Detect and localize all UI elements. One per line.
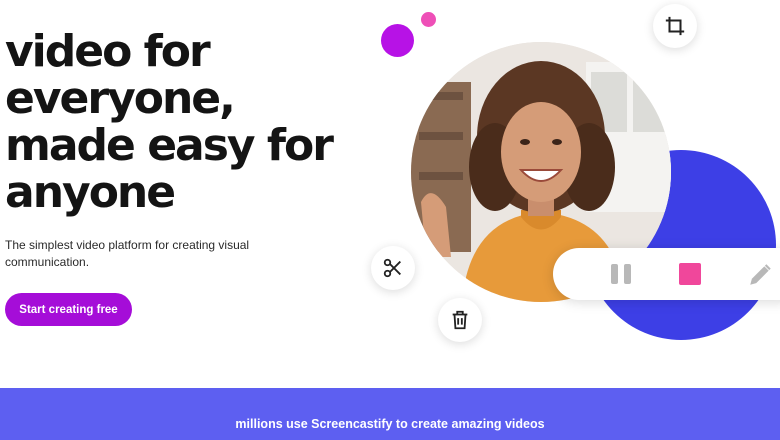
decorative-purple-dot xyxy=(381,24,414,57)
hero-title-line: video for xyxy=(5,26,211,77)
hero-subtitle: The simplest video platform for creating… xyxy=(5,238,250,269)
hero-title-line: anyone xyxy=(5,167,176,218)
cut-button[interactable] xyxy=(371,246,415,290)
social-proof-banner: millions use Screencastify to create ama… xyxy=(0,388,780,440)
hero-title-line: everyone, xyxy=(5,73,236,124)
pencil-icon[interactable] xyxy=(747,262,773,288)
pause-icon[interactable] xyxy=(611,264,633,284)
stop-icon[interactable] xyxy=(679,263,701,285)
delete-button[interactable] xyxy=(438,298,482,342)
crop-button[interactable] xyxy=(653,4,697,48)
trash-icon xyxy=(452,310,468,330)
hero-title: video for everyone, made easy for anyone xyxy=(5,26,334,218)
scissors-icon xyxy=(383,258,401,278)
crop-icon xyxy=(665,16,685,36)
hero-title-line: made easy for xyxy=(5,120,334,171)
start-creating-button[interactable]: Start creating free xyxy=(5,293,132,326)
banner-text: millions use Screencastify to create ama… xyxy=(235,417,545,431)
recorder-toolbar xyxy=(553,248,780,300)
decorative-pink-dot xyxy=(421,12,436,27)
